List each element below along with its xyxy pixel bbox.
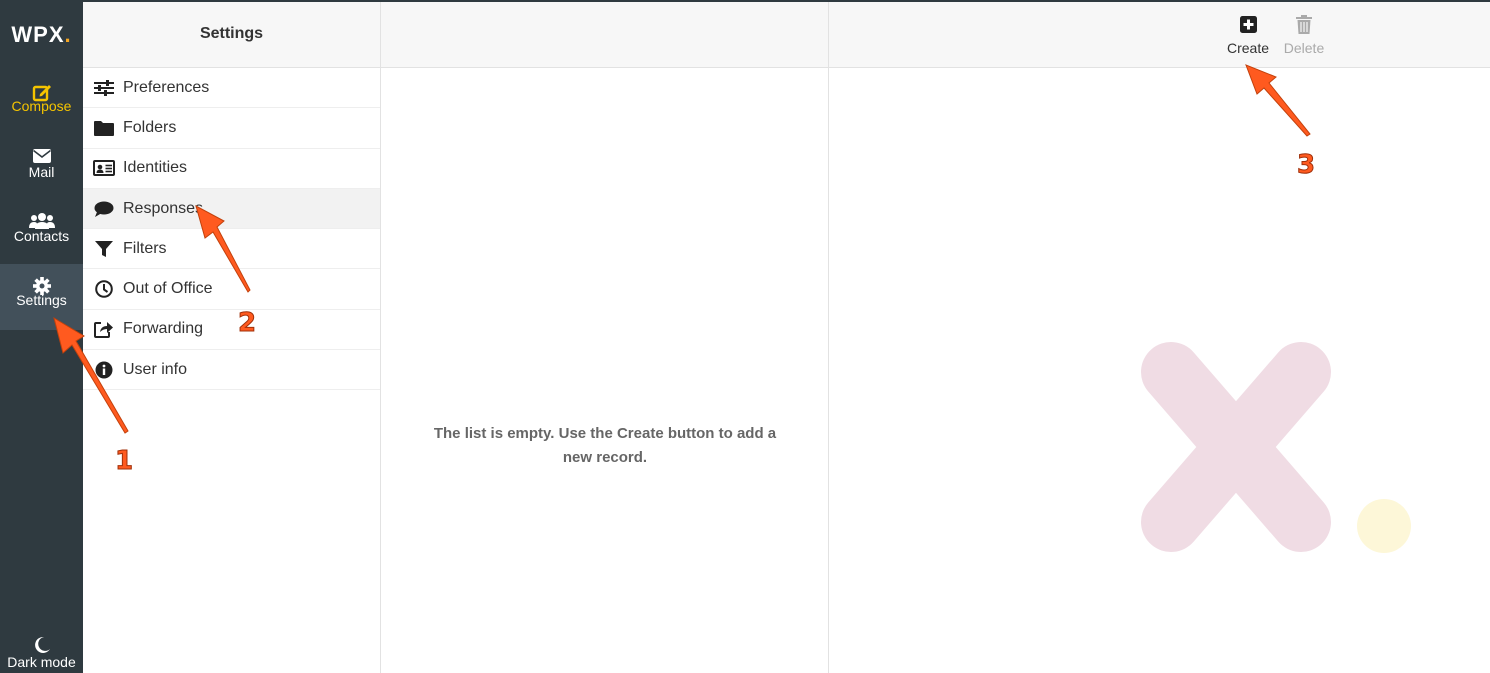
settings-list: Preferences Folders Identities Responses…: [83, 68, 380, 391]
settings-item-label: Forwarding: [123, 320, 204, 338]
settings-item-label: Responses: [123, 199, 204, 217]
empty-list-message: The list is empty. Use the Create button…: [433, 425, 777, 466]
responses-list-panel: The list is empty. Use the Create button…: [381, 0, 829, 673]
nav-contacts[interactable]: Contacts: [0, 200, 83, 264]
settings-item-filters[interactable]: Filters: [83, 229, 380, 270]
step-number-2: 2: [237, 308, 257, 339]
trash-icon: [1279, 12, 1329, 36]
settings-panel: Settings Preferences Folders Identities …: [83, 0, 381, 673]
share-icon: [93, 320, 115, 339]
settings-item-responses[interactable]: Responses: [83, 188, 380, 230]
gear-icon: [0, 264, 83, 295]
settings-title: Settings: [83, 0, 380, 68]
folder-icon: [93, 119, 115, 137]
step-number-3: 3: [1296, 150, 1316, 181]
nav-mail-label: Mail: [28, 164, 55, 180]
nav-settings[interactable]: Settings: [0, 264, 83, 330]
settings-item-preferences[interactable]: Preferences: [83, 68, 380, 109]
settings-item-label: Preferences: [123, 78, 210, 96]
plus-square-icon: [1223, 12, 1273, 36]
users-icon: [0, 200, 83, 229]
nav-dark-mode-label: Dark mode: [7, 654, 76, 670]
settings-item-label: Identities: [123, 159, 188, 177]
compose-icon: [0, 70, 83, 102]
nav-compose-label: Compose: [11, 98, 72, 114]
comment-icon: [93, 200, 115, 218]
list-header: [381, 0, 828, 68]
settings-item-label: Filters: [123, 239, 167, 257]
settings-item-label: Folders: [123, 118, 177, 136]
settings-item-user-info[interactable]: User info: [83, 350, 380, 391]
toolbar: Create Delete: [829, 0, 1490, 68]
create-label: Create: [1226, 40, 1270, 56]
nav-compose[interactable]: Compose: [0, 70, 83, 134]
nav-mail[interactable]: Mail: [0, 136, 83, 200]
settings-item-label: Out of Office: [123, 280, 213, 298]
settings-item-identities[interactable]: Identities: [83, 149, 380, 189]
nav-dark-mode[interactable]: Dark mode: [0, 628, 83, 673]
nav-settings-label: Settings: [16, 292, 67, 308]
delete-button[interactable]: Delete: [1279, 12, 1329, 56]
filter-icon: [93, 240, 115, 258]
create-button[interactable]: Create: [1223, 12, 1273, 56]
settings-item-label: User info: [123, 360, 188, 378]
main-nav: WPX. Compose Mail Contacts Settings Dark…: [0, 0, 83, 673]
wpx-watermark-logo: [1141, 342, 1411, 553]
settings-item-forwarding[interactable]: Forwarding: [83, 310, 380, 351]
content-panel: Create Delete: [829, 0, 1490, 673]
delete-label: Delete: [1283, 40, 1325, 56]
top-border: [0, 0, 1490, 2]
app-logo[interactable]: WPX.: [0, 22, 83, 48]
envelope-icon: [0, 136, 83, 163]
id-card-icon: [93, 159, 115, 177]
moon-icon: [0, 628, 83, 653]
clock-icon: [93, 280, 115, 298]
settings-item-out-of-office[interactable]: Out of Office: [83, 269, 380, 310]
sliders-icon: [93, 79, 115, 97]
settings-item-folders[interactable]: Folders: [83, 108, 380, 149]
step-number-1: 1: [114, 446, 134, 477]
nav-contacts-label: Contacts: [13, 228, 70, 244]
info-icon: [93, 361, 115, 379]
